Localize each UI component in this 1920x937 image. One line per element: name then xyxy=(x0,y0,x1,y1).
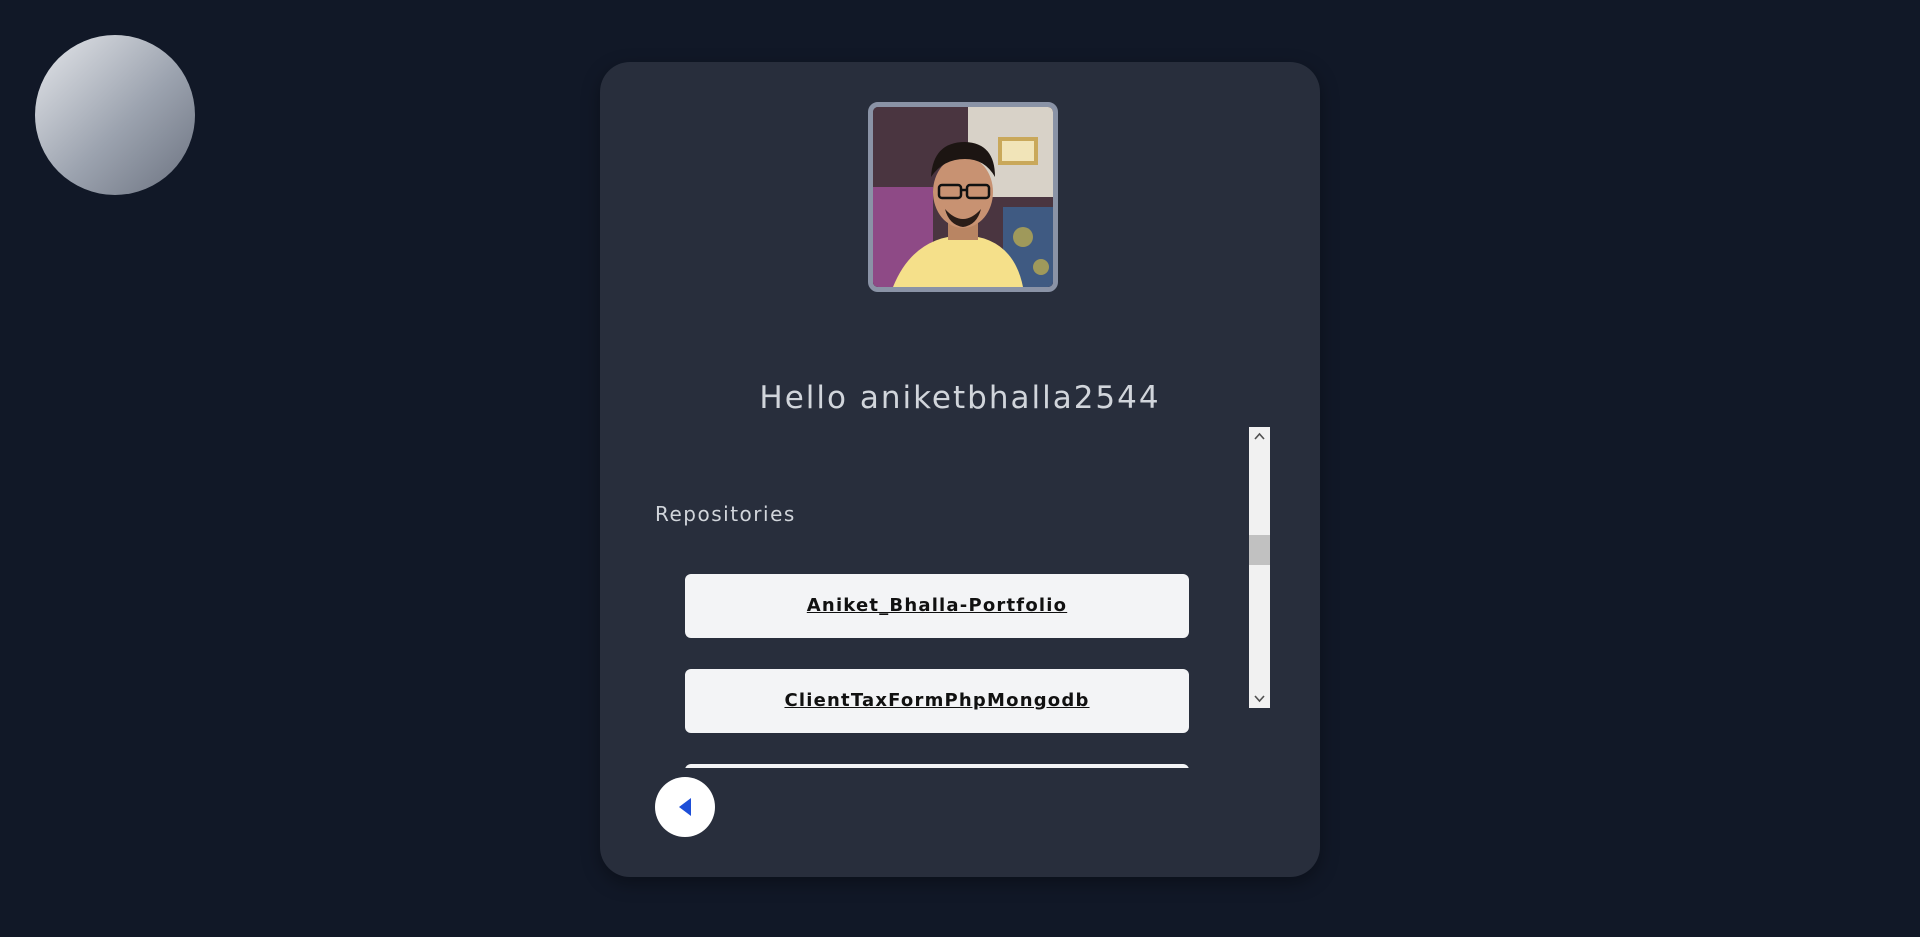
back-button[interactable] xyxy=(655,777,715,837)
repository-scrollbar[interactable] xyxy=(1249,427,1270,708)
greeting-heading: Hello aniketbhalla2544 xyxy=(759,380,1161,416)
chevron-up-icon[interactable] xyxy=(1249,427,1270,445)
repository-link[interactable]: Aniket_Bhalla-Portfolio xyxy=(685,574,1189,638)
decorative-orb xyxy=(35,35,195,195)
caret-left-icon xyxy=(679,798,691,816)
chevron-down-icon[interactable] xyxy=(1249,690,1270,708)
scrollbar-thumb[interactable] xyxy=(1249,535,1270,565)
repository-link[interactable] xyxy=(685,764,1189,768)
avatar-photo xyxy=(873,107,1053,287)
profile-card: Hello aniketbhalla2544 Repositories Anik… xyxy=(600,62,1320,877)
user-avatar xyxy=(868,102,1058,292)
repository-link[interactable]: ClientTaxFormPhpMongodb xyxy=(685,669,1189,733)
repository-list[interactable]: Aniket_Bhalla-Portfolio ClientTaxFormPhp… xyxy=(685,511,1225,768)
